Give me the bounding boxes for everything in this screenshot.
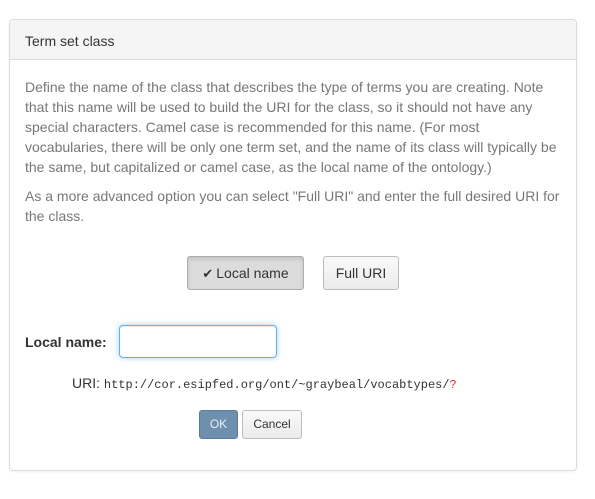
cancel-button[interactable]: Cancel [242, 410, 302, 439]
uri-unknown-mark: ? [449, 378, 457, 392]
full-uri-toggle-label: Full URI [335, 265, 387, 281]
advanced-option-text: As a more advanced option you can select… [25, 188, 560, 224]
uri-value: http://cor.esipfed.org/ont/~graybeal/voc… [103, 378, 450, 392]
uri-preview: URI: http://cor.esipfed.org/ont/~graybea… [72, 375, 457, 392]
ok-button[interactable]: OK [199, 410, 238, 439]
local-name-toggle-label: Local name [216, 265, 289, 281]
full-uri-toggle-button[interactable]: Full URI [323, 256, 399, 290]
uri-label: URI: [72, 375, 100, 391]
checkmark-icon: ✔ [202, 266, 214, 281]
term-set-class-panel: Term set class Define the name of the cl… [9, 19, 577, 471]
local-name-toggle-button[interactable]: ✔ Local name [187, 256, 304, 290]
class-description-text: Define the name of the class that descri… [25, 79, 557, 175]
local-name-label: Local name: [25, 334, 107, 350]
panel-title: Term set class [10, 20, 576, 60]
local-name-input[interactable] [119, 325, 277, 358]
